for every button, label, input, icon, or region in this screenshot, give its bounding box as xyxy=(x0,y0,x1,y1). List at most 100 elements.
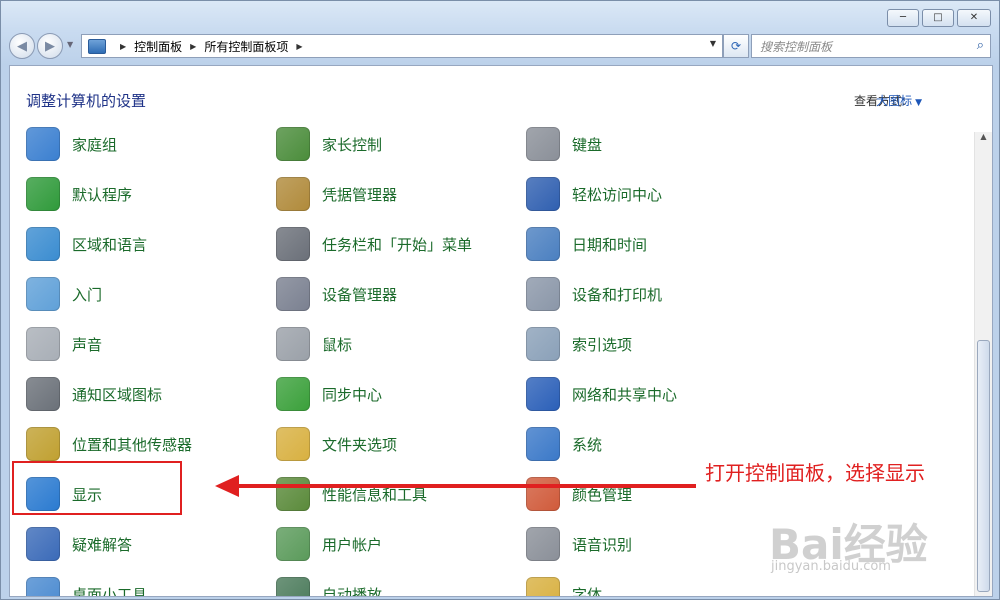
control-panel-item-label: 键盘 xyxy=(572,135,603,154)
indexing-options-icon xyxy=(526,327,560,361)
notification-area-icon xyxy=(26,377,60,411)
control-panel-item-label: 声音 xyxy=(72,335,103,354)
minimize-button[interactable]: ─ xyxy=(887,9,919,27)
address-dropdown-icon[interactable]: ▼ xyxy=(710,39,716,48)
forward-button[interactable]: ▶ xyxy=(37,33,63,59)
breadcrumb-separator-icon[interactable]: ▶ xyxy=(296,42,302,51)
back-button[interactable]: ◀ xyxy=(9,33,35,59)
system-icon xyxy=(526,427,560,461)
breadcrumb-separator-icon[interactable]: ▶ xyxy=(190,42,196,51)
color-management-icon xyxy=(526,477,560,511)
control-panel-item-label: 文件夹选项 xyxy=(322,435,398,454)
search-input[interactable]: 搜索控制面板 ⌕ xyxy=(751,34,991,58)
control-panel-item[interactable]: 桌面小工具 xyxy=(10,574,148,597)
scrollbar-thumb[interactable] xyxy=(977,340,990,592)
control-panel-item[interactable]: 家庭组 xyxy=(10,124,117,164)
credential-manager-icon xyxy=(276,177,310,211)
control-panel-item[interactable]: 字体 xyxy=(510,574,603,597)
device-manager-icon xyxy=(276,277,310,311)
control-panel-item[interactable]: 颜色管理 xyxy=(510,474,632,514)
control-panel-item[interactable]: 键盘 xyxy=(510,124,602,164)
control-panel-item-label: 鼠标 xyxy=(322,335,353,354)
region-language-icon xyxy=(26,227,60,261)
control-panel-item-label: 通知区域图标 xyxy=(72,385,163,404)
control-panel-item[interactable]: 鼠标 xyxy=(260,324,352,364)
control-panel-item[interactable]: 位置和其他传感器 xyxy=(10,424,192,464)
user-accounts-icon xyxy=(276,527,310,561)
devices-printers-icon xyxy=(526,277,560,311)
control-panel-item[interactable]: 家长控制 xyxy=(260,124,382,164)
control-panel-item-label: 桌面小工具 xyxy=(72,585,148,597)
control-panel-item-label: 区域和语言 xyxy=(72,235,148,254)
autoplay-icon xyxy=(276,577,310,596)
mouse-icon xyxy=(276,327,310,361)
content-header: 调整计算机的设置 查看方式: 大图标 ▼ xyxy=(10,66,992,132)
control-panel-item[interactable]: 用户帐户 xyxy=(260,524,382,564)
control-panel-item[interactable]: 文件夹选项 xyxy=(260,424,397,464)
fonts-icon xyxy=(526,577,560,596)
folder-options-icon xyxy=(276,427,310,461)
control-panel-item[interactable]: 同步中心 xyxy=(260,374,382,414)
control-panel-item-label: 家庭组 xyxy=(72,135,118,154)
control-panel-item-label: 位置和其他传感器 xyxy=(72,435,193,454)
control-panel-item[interactable]: 声音 xyxy=(10,324,102,364)
caption-buttons: ─ □ ✕ xyxy=(887,9,991,27)
control-panel-item[interactable]: 网络和共享中心 xyxy=(510,374,677,414)
keyboard-icon xyxy=(526,127,560,161)
control-panel-item[interactable]: 语音识别 xyxy=(510,524,632,564)
breadcrumb-control-panel[interactable]: 控制面板 xyxy=(134,38,182,55)
forward-arrow-icon: ▶ xyxy=(45,38,55,54)
control-panel-item[interactable]: 设备和打印机 xyxy=(510,274,662,314)
control-panel-item-label: 语音识别 xyxy=(572,535,633,554)
control-panel-item-label: 凭据管理器 xyxy=(322,185,398,204)
view-by-value: 大图标 xyxy=(876,94,913,108)
control-panel-item[interactable]: 性能信息和工具 xyxy=(260,474,427,514)
maximize-button[interactable]: □ xyxy=(922,9,954,27)
control-panel-item[interactable]: 系统 xyxy=(510,424,602,464)
close-button[interactable]: ✕ xyxy=(957,9,991,27)
control-panel-item[interactable]: 轻松访问中心 xyxy=(510,174,662,214)
control-panel-item[interactable]: 疑难解答 xyxy=(10,524,132,564)
control-panel-item-label: 疑难解答 xyxy=(72,535,133,554)
control-panel-item[interactable]: 凭据管理器 xyxy=(260,174,397,214)
refresh-icon: ⟳ xyxy=(730,39,742,53)
search-icon[interactable]: ⌕ xyxy=(977,38,984,53)
vertical-scrollbar[interactable]: ▲ xyxy=(974,132,992,596)
control-panel-item[interactable]: 区域和语言 xyxy=(10,224,147,264)
view-by-dropdown[interactable]: 大图标 ▼ xyxy=(876,92,922,109)
desktop-gadgets-icon xyxy=(26,577,60,596)
control-panel-item[interactable]: 默认程序 xyxy=(10,174,132,214)
control-panel-item-label: 索引选项 xyxy=(572,335,633,354)
speech-recognition-icon xyxy=(526,527,560,561)
control-panel-item-label: 字体 xyxy=(572,585,603,597)
address-bar[interactable]: ▶ 控制面板 ▶ 所有控制面板项 ▶ ▼ xyxy=(81,34,723,58)
control-panel-item[interactable]: 任务栏和「开始」菜单 xyxy=(260,224,472,264)
taskbar-icon xyxy=(276,227,310,261)
control-panel-item[interactable]: 日期和时间 xyxy=(510,224,647,264)
chevron-down-icon: ▼ xyxy=(915,98,922,108)
sync-center-icon xyxy=(276,377,310,411)
breadcrumb-separator-icon[interactable]: ▶ xyxy=(120,42,126,51)
ease-of-access-icon xyxy=(526,177,560,211)
scroll-up-icon[interactable]: ▲ xyxy=(975,132,992,146)
annotation-arrow-line xyxy=(236,484,696,488)
homegroup-icon xyxy=(26,127,60,161)
refresh-button[interactable]: ⟳ xyxy=(723,34,749,58)
date-time-icon xyxy=(526,227,560,261)
getting-started-icon xyxy=(26,277,60,311)
control-panel-item[interactable]: 通知区域图标 xyxy=(10,374,162,414)
troubleshooting-icon xyxy=(26,527,60,561)
page-title: 调整计算机的设置 xyxy=(26,92,147,110)
control-panel-item-label: 自动播放 xyxy=(322,585,383,597)
network-sharing-icon xyxy=(526,377,560,411)
back-arrow-icon: ◀ xyxy=(17,38,27,54)
control-panel-item[interactable]: 设备管理器 xyxy=(260,274,397,314)
recent-pages-dropdown-icon[interactable]: ▼ xyxy=(67,40,73,49)
performance-icon xyxy=(276,477,310,511)
control-panel-item-label: 默认程序 xyxy=(72,185,133,204)
control-panel-item[interactable]: 索引选项 xyxy=(510,324,632,364)
control-panel-item-label: 入门 xyxy=(72,285,103,304)
control-panel-item[interactable]: 自动播放 xyxy=(260,574,383,597)
breadcrumb-all-items[interactable]: 所有控制面板项 xyxy=(204,38,288,55)
control-panel-item[interactable]: 入门 xyxy=(10,274,102,314)
